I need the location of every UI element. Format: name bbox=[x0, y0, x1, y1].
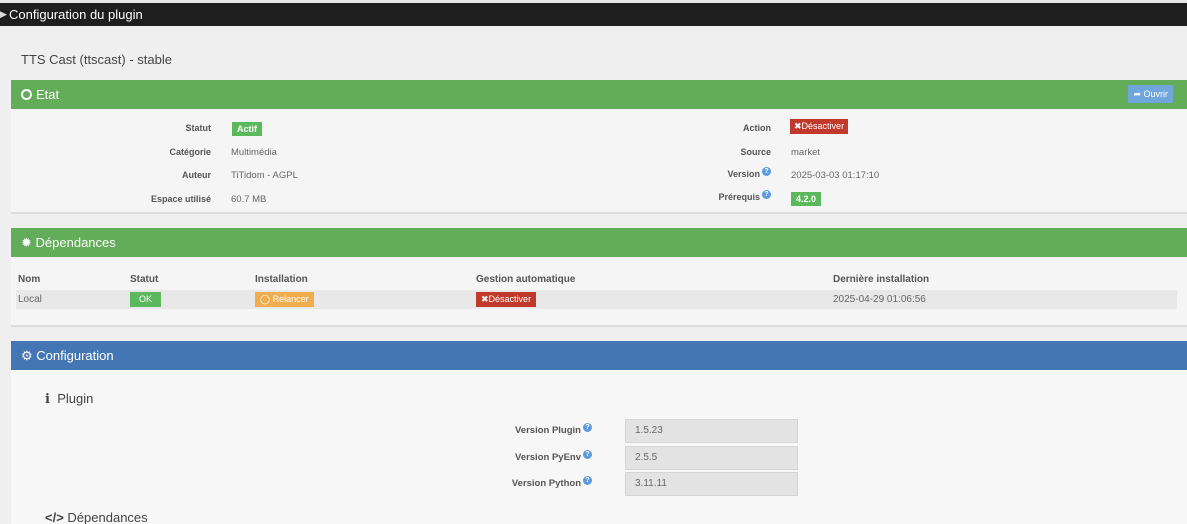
table-row: Local OK ◯ Relancer ✖Désactiver 2025-04-… bbox=[16, 290, 1177, 309]
prerequis-label: Prérequis bbox=[718, 192, 760, 202]
plugin-title: TTS Cast (ttscast) - stable bbox=[21, 52, 172, 67]
version-plugin-field: 1.5.23 bbox=[625, 419, 798, 443]
version-label: Version bbox=[727, 169, 760, 179]
etat-panel-header: Etat ➦ Ouvrir bbox=[11, 80, 1187, 109]
field-label-version-python: Version Python? bbox=[512, 476, 592, 489]
deactivate-label: Désactiver bbox=[801, 121, 845, 131]
auteur-value: TiTidom - AGPL bbox=[231, 170, 298, 181]
configuration-panel-header: ⚙ Configuration bbox=[11, 341, 1187, 370]
bicycle-icon: ◯ bbox=[260, 294, 271, 304]
help-icon[interactable]: ? bbox=[583, 476, 592, 485]
field-label-version-pyenv: Version PyEnv? bbox=[515, 450, 592, 463]
source-label: Source bbox=[740, 147, 771, 157]
dep-derniere: 2025-04-29 01:06:56 bbox=[831, 290, 1177, 309]
version-value: 2025-03-03 01:17:10 bbox=[791, 170, 880, 181]
column-header-installation: Installation bbox=[255, 274, 308, 285]
dep-status-badge: OK bbox=[130, 292, 161, 307]
relaunch-label: Relancer bbox=[272, 294, 309, 304]
cogs-icon: ⚙ bbox=[21, 348, 33, 363]
source-value: market bbox=[791, 147, 821, 158]
prerequis-label-wrap: Prérequis? bbox=[718, 190, 771, 202]
dep-nom: Local bbox=[16, 290, 128, 309]
statut-label: Statut bbox=[185, 123, 212, 133]
espace-label: Espace utilisé bbox=[150, 194, 211, 204]
cog-icon: ✹ bbox=[21, 235, 32, 250]
auto-deactivate-label: Désactiver bbox=[488, 294, 532, 304]
statut-badge: Actif bbox=[232, 122, 262, 136]
auto-deactivate-button[interactable]: ✖Désactiver bbox=[476, 292, 537, 307]
configuration-header-label: Configuration bbox=[36, 348, 114, 363]
column-header-statut: Statut bbox=[130, 274, 159, 285]
circle-notch-icon bbox=[21, 89, 32, 100]
dep-section-label: Dépendances bbox=[67, 510, 148, 524]
dependances-table: Nom Statut Installation Gestion automati… bbox=[16, 269, 1177, 309]
window-title: Configuration du plugin bbox=[9, 7, 143, 22]
column-header-nom: Nom bbox=[18, 274, 41, 285]
prerequis-badge: 4.2.0 bbox=[791, 192, 822, 206]
etat-header-label: Etat bbox=[36, 87, 60, 102]
help-icon[interactable]: ? bbox=[583, 450, 592, 459]
relaunch-button[interactable]: ◯ Relancer bbox=[255, 292, 314, 307]
dependances-section-heading: </> Dépendances bbox=[45, 510, 148, 524]
column-header-gestion: Gestion automatique bbox=[476, 274, 576, 285]
version-label-wrap: Version? bbox=[727, 167, 771, 179]
version-python-field: 3.11.11 bbox=[625, 472, 798, 496]
times-icon: ✖ bbox=[481, 294, 489, 304]
auteur-label: Auteur bbox=[182, 170, 211, 180]
espace-value: 60.7 MB bbox=[231, 194, 267, 205]
categorie-value: Multimédia bbox=[231, 147, 277, 158]
column-header-derniere: Dernière installation bbox=[833, 274, 930, 285]
times-icon: ✖ bbox=[794, 121, 802, 131]
dependances-header-label: Dépendances bbox=[35, 235, 116, 250]
help-icon[interactable]: ? bbox=[762, 190, 771, 199]
dependances-panel-header: ✹ Dépendances bbox=[11, 228, 1187, 257]
field-label-version-plugin: Version Plugin? bbox=[515, 423, 592, 436]
chevron-right-icon[interactable]: ▶ bbox=[0, 3, 7, 26]
window-titlebar: ▶ Configuration du plugin bbox=[0, 3, 1187, 26]
plugin-section-label: Plugin bbox=[57, 391, 94, 406]
categorie-label: Catégorie bbox=[169, 147, 211, 157]
help-icon[interactable]: ? bbox=[583, 423, 592, 432]
configuration-panel-body: i Plugin Version Plugin? 1.5.23 Version … bbox=[11, 370, 1187, 524]
open-button-label: Ouvrir bbox=[1143, 89, 1169, 99]
action-label: Action bbox=[743, 123, 771, 133]
dependances-panel-body: Nom Statut Installation Gestion automati… bbox=[11, 257, 1187, 327]
open-button[interactable]: ➦ Ouvrir bbox=[1128, 85, 1173, 103]
code-icon: </> bbox=[45, 510, 64, 524]
info-icon: i bbox=[45, 392, 50, 407]
deactivate-button[interactable]: ✖Désactiver bbox=[790, 119, 849, 134]
version-pyenv-field: 2.5.5 bbox=[625, 446, 798, 470]
help-icon[interactable]: ? bbox=[762, 167, 771, 176]
plugin-section-heading: i Plugin bbox=[45, 391, 93, 407]
etat-panel-body: Statut Actif Catégorie Multimédia Auteur… bbox=[11, 109, 1187, 214]
share-icon: ➦ bbox=[1133, 89, 1141, 99]
